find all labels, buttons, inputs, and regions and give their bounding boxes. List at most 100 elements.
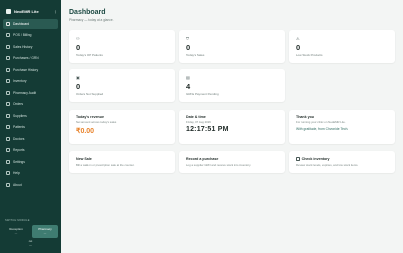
sidebar-item-purchase-history[interactable]: Purchase History [3, 65, 58, 75]
stat-card-low-stock[interactable]: ⚠ 0 Low Stock Products [289, 30, 395, 63]
about-icon [6, 182, 10, 187]
stat-label: Low Stock Products [296, 53, 323, 57]
action-title-wrap: Check inventory [296, 157, 330, 161]
page-title: Dashboard [69, 9, 106, 16]
time-value: 12:17:51 PM [186, 126, 229, 133]
thanks-subtitle: For running your clinic on NeoEMR Lite. [296, 120, 346, 124]
sidebar-item-about[interactable]: About [3, 180, 58, 190]
invoice-icon: ▤ [186, 75, 190, 80]
mode-label: Reception [9, 227, 23, 231]
main-content: Dashboard Pharmacy — today at a glance. … [61, 0, 403, 253]
action-record-purchase[interactable]: Record a purchase Log a supplier GRN and… [179, 151, 285, 173]
user-block[interactable]: cet — [0, 240, 61, 247]
date-value: Friday, 07 Aug 2026 [186, 120, 211, 124]
action-title: Record a purchase [186, 157, 219, 161]
sidebar-item-label: Help [13, 171, 20, 176]
stat-card-orders[interactable]: ▣ 0 Orders Not Supplied [69, 69, 175, 102]
datetime-title: Date & time [186, 115, 206, 119]
sidebar-item-label: Suppliers [13, 113, 27, 118]
mode-label: Pharmacy [38, 227, 52, 231]
dashboard-icon [6, 21, 10, 26]
cart-icon: ⛉ [186, 36, 189, 41]
revenue-card: Today's revenue Net amount across today'… [69, 110, 175, 144]
sidebar-toggle-icon[interactable]: ⟨ [55, 10, 56, 14]
sidebar-item-label: Pharmacy Audit [13, 90, 37, 95]
sidebar-item-settings[interactable]: Settings [3, 157, 58, 167]
sidebar-item-purchases[interactable]: Purchases / GRN [3, 54, 58, 64]
stat-value: 0 [76, 43, 81, 52]
stat-label: Orders Not Supplied [76, 92, 104, 96]
mode-sub: — [43, 232, 47, 235]
sidebar-item-label: Reports [13, 148, 25, 153]
sidebar-item-pharmacy-audit[interactable]: Pharmacy Audit [3, 88, 58, 98]
stat-label: Today's OP Patients [76, 53, 103, 57]
app-logo-icon [6, 9, 11, 14]
mode-pharmacy-button[interactable]: Pharmacy — [32, 225, 58, 238]
users-icon: ⚇ [76, 36, 80, 41]
thanks-title: Thank you [296, 115, 314, 119]
sidebar-item-reports[interactable]: Reports [3, 146, 58, 156]
sidebar-item-label: Patients [13, 125, 25, 130]
brand: NeoEMR Lite ⟨ [0, 0, 61, 16]
stat-value: 0 [296, 43, 301, 52]
app-name: NeoEMR Lite [14, 9, 39, 14]
sidebar-item-label: Doctors [13, 136, 25, 141]
action-desc: Review stock levels, expiries, and low s… [296, 163, 359, 167]
action-new-sale[interactable]: New Sale Bill a walk-in or prescription … [69, 151, 175, 173]
module-switch-label: SWITCH MODULE [5, 219, 30, 222]
sidebar-item-label: About [13, 182, 22, 187]
suppliers-icon [6, 113, 10, 118]
sidebar-item-patients[interactable]: Patients [3, 123, 58, 133]
sidebar-item-help[interactable]: Help [3, 169, 58, 179]
revenue-value: ₹0.00 [76, 128, 95, 135]
action-title: Check inventory [301, 157, 330, 161]
revenue-subtitle: Net amount across today's sales [76, 120, 117, 124]
action-check-inventory[interactable]: Check inventory Review stock levels, exp… [289, 151, 395, 173]
sidebar-item-label: Sales History [13, 44, 33, 49]
revenue-title: Today's revenue [76, 115, 104, 119]
settings-icon [6, 159, 10, 164]
sidebar-item-label: Purchase History [13, 67, 39, 72]
sidebar-item-label: Inventory [13, 79, 27, 84]
module-switch: Reception — Pharmacy — [3, 225, 58, 238]
stat-label: GRNs Payment Pending [186, 92, 219, 96]
datetime-card: Date & time Friday, 07 Aug 2026 12:17:51… [179, 110, 285, 144]
sidebar-item-pos[interactable]: POS / Billing [3, 31, 58, 41]
sidebar-item-doctors[interactable]: Doctors [3, 134, 58, 144]
mode-reception-button[interactable]: Reception — [3, 225, 29, 238]
inventory-check-icon [296, 157, 300, 161]
audit-icon [6, 90, 10, 95]
sidebar-item-inventory[interactable]: Inventory [3, 77, 58, 87]
mode-sub: — [14, 232, 18, 235]
sidebar-item-label: Dashboard [13, 21, 30, 26]
stat-card-sales[interactable]: ⛉ 0 Today's Sales [179, 30, 285, 63]
sidebar-item-suppliers[interactable]: Suppliers [3, 111, 58, 121]
sidebar-item-sales-history[interactable]: Sales History [3, 42, 58, 52]
thanks-card: Thank you For running your clinic on Neo… [289, 110, 395, 144]
warning-icon: ⚠ [296, 36, 300, 41]
sidebar-item-orders[interactable]: Orders [3, 100, 58, 110]
pos-icon [6, 33, 10, 38]
history-icon [6, 44, 10, 49]
doctors-icon [6, 136, 10, 141]
sidebar-nav: Dashboard POS / Billing Sales History Pu… [3, 19, 58, 192]
box-icon: ▣ [76, 75, 80, 80]
stat-label: Today's Sales [186, 53, 205, 57]
thanks-line: With gratitude, from Chvonide Tech. [296, 127, 349, 131]
sidebar-item-dashboard[interactable]: Dashboard [3, 19, 58, 29]
sidebar-item-label: Settings [13, 159, 25, 164]
breadcrumb: Pharmacy — today at a glance. [69, 18, 114, 22]
stat-value: 4 [186, 82, 191, 91]
sidebar-item-label: Orders [13, 102, 24, 107]
patients-icon [6, 125, 10, 130]
orders-icon [6, 102, 10, 107]
stat-card-grn-pending[interactable]: ▤ 4 GRNs Payment Pending [179, 69, 285, 102]
stat-value: 0 [76, 82, 81, 91]
inventory-icon [6, 79, 10, 84]
stat-card-op-patients[interactable]: ⚇ 0 Today's OP Patients [69, 30, 175, 63]
action-desc: Bill a walk-in or prescription sale at t… [76, 163, 135, 167]
user-role: — [29, 243, 32, 247]
purchase-history-icon [6, 67, 10, 72]
purchase-icon [6, 56, 10, 61]
reports-icon [6, 148, 10, 153]
